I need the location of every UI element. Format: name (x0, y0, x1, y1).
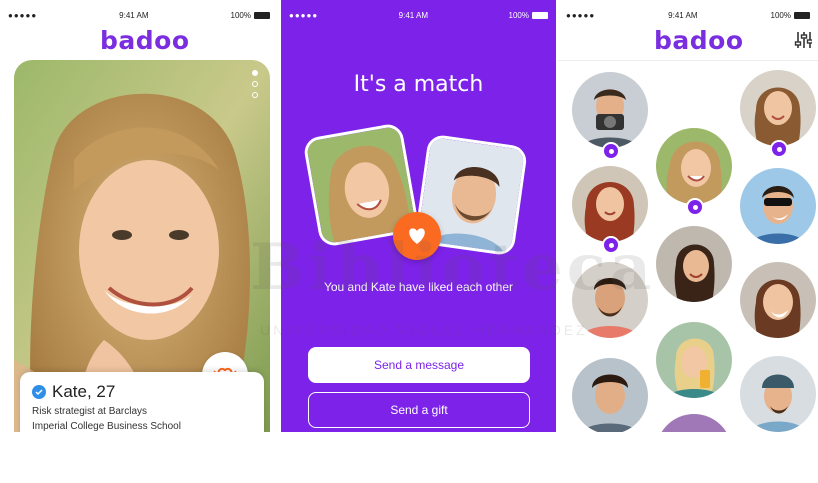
person-avatar[interactable] (656, 414, 732, 432)
send-message-button[interactable]: Send a message (308, 347, 530, 383)
profile-name: Kate, 27 (52, 382, 116, 401)
battery-percent: 100% (508, 10, 529, 20)
person-avatar[interactable] (572, 262, 648, 338)
people-nearby-screen: ●●●●● 9:41 AM 100% badoo (558, 0, 818, 432)
status-bar: ●●●●● 9:41 AM 100% (0, 8, 278, 22)
pager-dot[interactable] (252, 81, 258, 87)
photo-pager[interactable] (252, 70, 258, 98)
person-avatar[interactable] (740, 168, 816, 244)
person-avatar[interactable] (572, 72, 648, 148)
profile-info-card[interactable]: Kate, 27 Risk strategist at Barclays Imp… (20, 372, 264, 432)
app-logo: badoo (100, 26, 190, 55)
verified-icon (32, 385, 46, 399)
battery-icon (532, 11, 548, 19)
profile-school: Imperial College Business School (32, 421, 181, 432)
location-pin-icon (602, 142, 620, 160)
match-screen: ●●●●● 9:41 AM 100% It's a match You and … (281, 0, 556, 432)
signal-indicator: ●●●●● (566, 10, 596, 20)
person-avatar[interactable] (656, 128, 732, 204)
match-title: It's a match (353, 72, 484, 97)
battery-percent: 100% (230, 10, 251, 20)
person-avatar[interactable] (740, 70, 816, 146)
app-screens-collage: ●●●●● 9:41 AM 100% badoo Kate, 27 Risk s… (0, 0, 818, 483)
location-pin-icon (686, 198, 704, 216)
match-heart-badge (393, 212, 441, 260)
signal-indicator: ●●●●● (289, 10, 319, 20)
match-message: You and Kate have liked each other (323, 280, 514, 294)
battery-icon (794, 11, 810, 19)
status-time: 9:41 AM (398, 10, 429, 20)
person-avatar[interactable] (740, 356, 816, 432)
signal-indicator: ●●●●● (8, 10, 38, 20)
person-avatar[interactable] (656, 226, 732, 302)
status-bar: ●●●●● 9:41 AM 100% (558, 8, 818, 22)
person-avatar[interactable] (740, 262, 816, 338)
heart-icon (409, 228, 425, 244)
location-pin-icon (770, 140, 788, 158)
pager-dot-active[interactable] (252, 70, 258, 76)
status-bar: ●●●●● 9:41 AM 100% (281, 8, 556, 22)
send-gift-button[interactable]: Send a gift (308, 392, 530, 428)
status-time: 9:41 AM (119, 10, 149, 20)
person-avatar[interactable] (656, 322, 732, 398)
location-pin-icon (602, 236, 620, 254)
battery-percent: 100% (770, 10, 791, 20)
pager-dot[interactable] (252, 92, 258, 98)
profile-screen: ●●●●● 9:41 AM 100% badoo Kate, 27 Risk s… (0, 0, 278, 432)
sliders-icon[interactable] (794, 30, 812, 50)
app-logo: badoo (654, 26, 744, 55)
battery-icon (254, 11, 270, 19)
person-avatar[interactable] (572, 358, 648, 432)
status-time: 9:41 AM (668, 10, 698, 20)
divider (558, 60, 818, 61)
profile-job: Risk strategist at Barclays (32, 406, 148, 417)
person-avatar[interactable] (572, 166, 648, 242)
